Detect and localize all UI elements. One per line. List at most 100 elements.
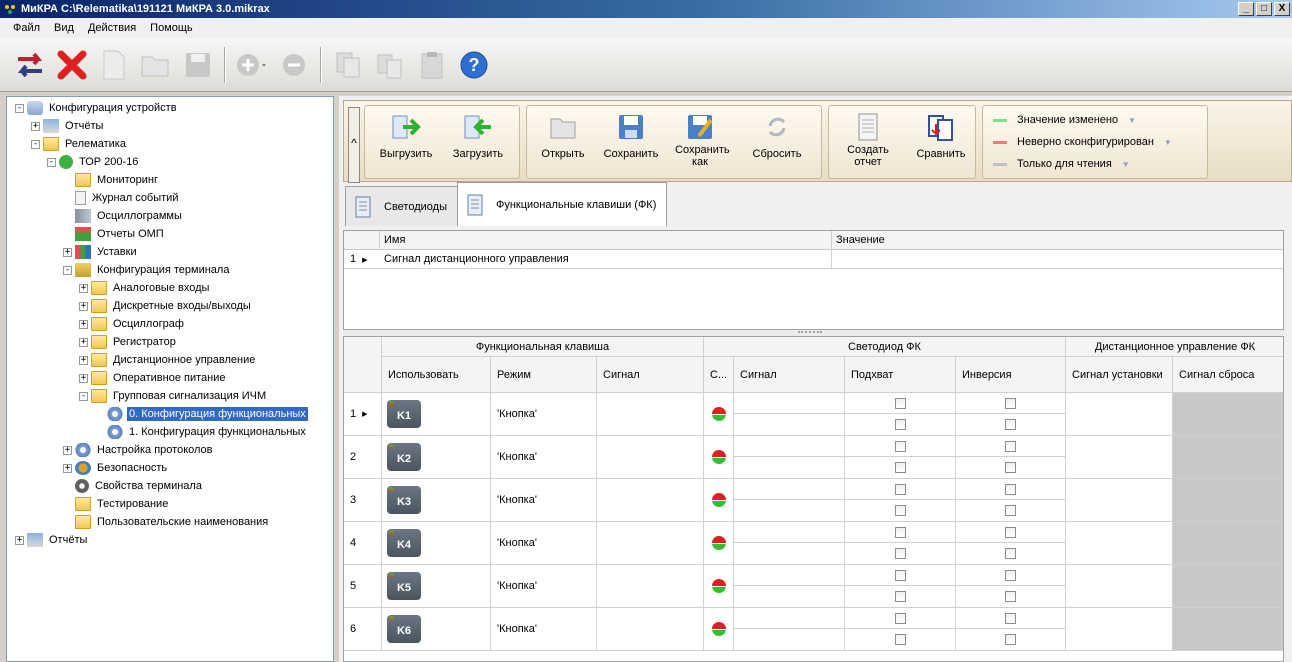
set-signal-cell[interactable]	[1066, 565, 1173, 608]
latch-checkbox[interactable]	[894, 591, 906, 602]
set-signal-cell[interactable]	[1066, 393, 1173, 436]
close-button[interactable]: X	[1274, 2, 1290, 16]
mode-cell[interactable]: 'Кнопка'	[491, 393, 597, 436]
tree-item[interactable]: + Отчёты	[31, 117, 105, 135]
create-report-button[interactable]: Создать отчет	[833, 112, 903, 168]
expand-icon[interactable]: +	[63, 445, 72, 455]
save-as-button[interactable]: Сохранить как	[667, 112, 733, 168]
tree-item[interactable]: + Дискретные входы/выходы	[79, 297, 253, 315]
tab-function-keys[interactable]: Функциональные клавиши (ФК)	[456, 182, 668, 226]
legend-misconfigured[interactable]: Неверно сконфигурирован ▼	[993, 136, 1172, 148]
download-button[interactable]: Загрузить	[443, 112, 513, 160]
inversion-cell[interactable]	[956, 457, 1066, 479]
signal-cell[interactable]	[597, 522, 704, 565]
latch-checkbox[interactable]	[894, 569, 906, 581]
remove-icon[interactable]	[276, 47, 312, 83]
use-cell[interactable]: K2	[382, 436, 491, 479]
column-header-signal[interactable]: Сигнал	[597, 357, 704, 393]
paste-doc-icon[interactable]	[372, 47, 408, 83]
tree-item[interactable]: + Настройка протоколов	[63, 441, 215, 459]
set-signal-cell[interactable]	[1066, 436, 1173, 479]
use-cell[interactable]: K6	[382, 608, 491, 651]
tree-item[interactable]: Свойства терминала	[63, 477, 204, 495]
led-color-cell[interactable]	[704, 393, 734, 436]
function-key-button[interactable]: K6	[387, 615, 421, 643]
tab-leds[interactable]: Светодиоды	[345, 186, 458, 226]
use-cell[interactable]: K4	[382, 522, 491, 565]
tree-item[interactable]: + Оперативное питание	[79, 369, 228, 387]
signal-name-cell[interactable]: Сигнал дистанционного управления	[380, 250, 832, 269]
led-signal-cell[interactable]	[734, 436, 845, 457]
menu-help[interactable]: Помощь	[143, 20, 200, 36]
tree-item[interactable]: Осциллограммы	[63, 207, 184, 225]
transfer-icon[interactable]	[12, 47, 48, 83]
inversion-cell[interactable]	[956, 500, 1066, 522]
tree-item[interactable]: + Дистанционное управление	[79, 351, 257, 369]
tree-item[interactable]: Тестирование	[63, 495, 170, 513]
latch-checkbox[interactable]	[894, 483, 906, 495]
reset-button[interactable]: Сбросить	[737, 112, 817, 160]
expand-icon[interactable]: +	[31, 121, 40, 131]
inversion-cell[interactable]	[956, 629, 1066, 651]
led-color-cell[interactable]	[704, 479, 734, 522]
inversion-cell[interactable]	[956, 522, 1066, 543]
copy-icon[interactable]	[330, 47, 366, 83]
expand-icon[interactable]: +	[79, 319, 88, 329]
latch-cell[interactable]	[845, 457, 956, 479]
table-row[interactable]: 1 ▶ Сигнал дистанционного управления	[344, 250, 1283, 269]
latch-cell[interactable]	[845, 586, 956, 608]
tree-item[interactable]: Журнал событий	[63, 189, 180, 207]
inversion-checkbox[interactable]	[1005, 612, 1016, 624]
tree-item[interactable]: Мониторинг	[63, 171, 160, 189]
latch-checkbox[interactable]	[894, 397, 906, 409]
set-signal-cell[interactable]	[1066, 608, 1173, 651]
expand-icon[interactable]: +	[79, 373, 88, 383]
tree-item[interactable]: Отчеты ОМП	[63, 225, 166, 243]
expand-icon[interactable]: +	[79, 301, 88, 311]
led-signal-cell[interactable]	[734, 565, 845, 586]
latch-checkbox[interactable]	[894, 612, 906, 624]
latch-cell[interactable]	[845, 543, 956, 565]
inversion-cell[interactable]	[956, 608, 1066, 629]
inversion-cell[interactable]	[956, 586, 1066, 608]
help-icon[interactable]: ?	[456, 47, 492, 83]
save-button[interactable]: Сохранить	[597, 112, 665, 160]
led-signal-cell[interactable]	[734, 414, 845, 436]
mode-cell[interactable]: 'Кнопка'	[491, 608, 597, 651]
mode-cell[interactable]: 'Кнопка'	[491, 565, 597, 608]
column-header-name[interactable]: Имя	[380, 231, 832, 250]
column-header-value[interactable]: Значение	[832, 231, 1283, 250]
new-doc-icon[interactable]	[96, 47, 132, 83]
clipboard-icon[interactable]	[414, 47, 450, 83]
column-header-led-signal[interactable]: Сигнал	[734, 357, 845, 393]
signal-cell[interactable]	[597, 436, 704, 479]
use-cell[interactable]: K3	[382, 479, 491, 522]
latch-cell[interactable]	[845, 565, 956, 586]
latch-checkbox[interactable]	[894, 419, 906, 430]
tree-item[interactable]: - Конфигурация терминала	[63, 261, 231, 279]
led-color-cell[interactable]	[704, 522, 734, 565]
function-key-button[interactable]: K3	[387, 486, 421, 514]
tree-item[interactable]: + Осциллограф	[79, 315, 186, 333]
tree-item[interactable]: + Регистратор	[79, 333, 178, 351]
inversion-checkbox[interactable]	[1005, 397, 1016, 409]
column-header-use[interactable]: Использовать	[382, 357, 491, 393]
set-signal-cell[interactable]	[1066, 522, 1173, 565]
latch-checkbox[interactable]	[894, 462, 906, 473]
inversion-cell[interactable]	[956, 565, 1066, 586]
minimize-button[interactable]: _	[1238, 2, 1254, 16]
led-signal-cell[interactable]	[734, 522, 845, 543]
function-key-button[interactable]: K4	[387, 529, 421, 557]
column-header-latch[interactable]: Подхват	[845, 357, 956, 393]
inversion-checkbox[interactable]	[1005, 462, 1016, 473]
mode-cell[interactable]: 'Кнопка'	[491, 436, 597, 479]
column-header-mode[interactable]: Режим	[491, 357, 597, 393]
latch-checkbox[interactable]	[894, 634, 906, 645]
expand-icon[interactable]: +	[63, 463, 72, 473]
signal-cell[interactable]	[597, 479, 704, 522]
led-signal-cell[interactable]	[734, 457, 845, 479]
collapse-icon[interactable]: -	[15, 103, 24, 113]
inversion-checkbox[interactable]	[1005, 569, 1016, 581]
tree-item[interactable]: - Конфигурация устройств	[15, 99, 179, 117]
menu-view[interactable]: Вид	[47, 20, 81, 36]
